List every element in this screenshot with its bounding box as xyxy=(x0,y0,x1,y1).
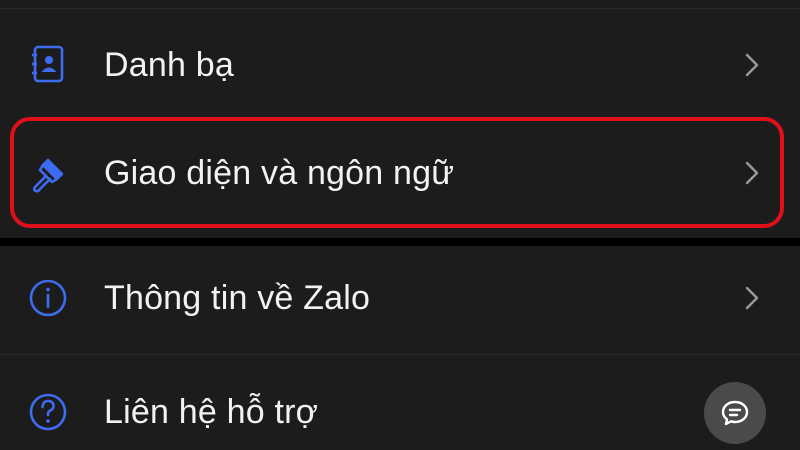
menu-item-label: Thông tin về Zalo xyxy=(104,279,371,317)
menu-item-contact-support[interactable]: Liên hệ hỗ trợ xyxy=(0,355,800,450)
menu-item-about-zalo[interactable]: Thông tin về Zalo xyxy=(0,246,800,354)
contacts-book-icon xyxy=(26,42,70,86)
settings-group-bottom: Thông tin về Zalo Liên hệ hỗ trợ xyxy=(0,246,800,450)
chevron-right-icon xyxy=(740,283,764,313)
info-icon xyxy=(26,276,70,320)
menu-item-label: Liên hệ hỗ trợ xyxy=(104,393,319,431)
menu-item-label: Danh bạ xyxy=(104,46,234,84)
settings-group-top: Danh bạ Giao diện và ngôn ngữ xyxy=(0,0,800,238)
chat-support-button[interactable] xyxy=(704,382,766,444)
highlight-frame xyxy=(10,117,784,228)
help-icon xyxy=(26,390,70,434)
chat-bubble-icon xyxy=(721,400,749,426)
menu-item-contacts[interactable]: Danh bạ xyxy=(0,10,800,118)
chevron-right-icon xyxy=(740,50,764,80)
settings-screen: Danh bạ Giao diện và ngôn ngữ Thông tin … xyxy=(0,0,800,450)
top-divider xyxy=(0,8,800,9)
